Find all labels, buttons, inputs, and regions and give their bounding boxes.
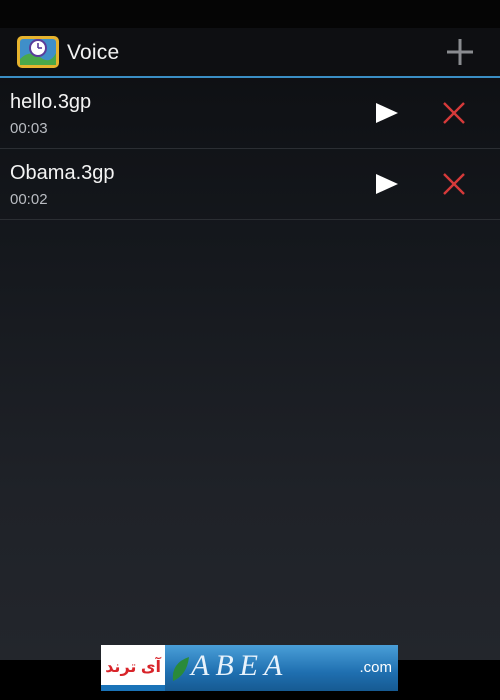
banner-logo-text: آی ترند (101, 645, 165, 691)
app-icon (17, 36, 59, 68)
leaf-icon (172, 657, 189, 681)
delete-icon[interactable] (438, 171, 470, 197)
app-title: Voice (67, 41, 120, 64)
action-bar: Voice (0, 28, 500, 78)
recording-name: Obama.3gp (10, 162, 115, 184)
delete-icon[interactable] (438, 100, 470, 126)
watermark-banner: آی ترند ABEA .com (101, 645, 398, 691)
recordings-list: hello.3gp 00:03 Obama.3gp 00:02 (0, 78, 500, 220)
recording-duration: 00:03 (10, 120, 48, 137)
list-item[interactable]: hello.3gp 00:03 (0, 78, 500, 149)
list-item[interactable]: Obama.3gp 00:02 (0, 149, 500, 220)
play-icon[interactable] (369, 171, 401, 197)
recording-name: hello.3gp (10, 91, 92, 113)
banner-stripe (101, 685, 165, 691)
add-icon[interactable] (440, 34, 480, 70)
play-icon[interactable] (369, 100, 401, 126)
banner-letters: ABEA (191, 649, 289, 682)
banner-graphic: ABEA .com (165, 645, 398, 691)
recording-duration: 00:02 (10, 191, 48, 208)
banner-domain: .com (359, 659, 392, 676)
app-screen: Voice hello.3gp 00:03 Obama.3gp 00:02 (0, 0, 500, 660)
status-bar (0, 0, 500, 28)
banner-text: آی ترند (105, 659, 161, 676)
